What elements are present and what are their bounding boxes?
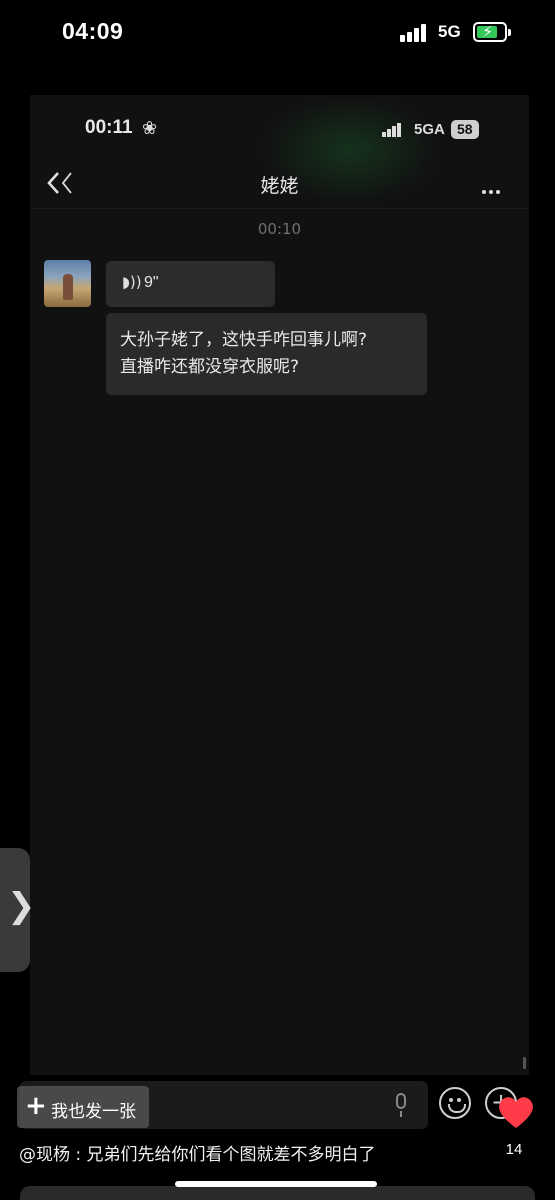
scrollbar[interactable] bbox=[523, 1057, 526, 1069]
more-options-icon[interactable] bbox=[482, 179, 503, 198]
post-button-label: 我也发一张 bbox=[51, 1102, 136, 1122]
inner-battery-level: 58 bbox=[451, 120, 479, 139]
heart-icon[interactable] bbox=[497, 1095, 535, 1129]
flower-icon: ❀ bbox=[142, 118, 158, 139]
chat-header: 姥姥 bbox=[30, 159, 529, 209]
voice-message-bubble[interactable]: ◗)) 9" bbox=[106, 261, 275, 307]
inner-network-type: 5GA bbox=[414, 121, 445, 138]
embedded-screenshot: 00:11 ❀ 5GA 58 姥姥 00:10 ◗)) 9" 大孙子姥了，这快手… bbox=[30, 95, 529, 1075]
inner-status-time: 00:11 bbox=[85, 117, 133, 138]
post-too-button[interactable]: + 我也发一张 bbox=[17, 1086, 149, 1128]
microphone-icon[interactable] bbox=[393, 1093, 409, 1119]
plus-icon: + bbox=[25, 1091, 47, 1121]
cellular-signal-icon bbox=[400, 24, 430, 42]
voice-duration: 9" bbox=[144, 274, 159, 291]
battery-icon: ⚡ bbox=[473, 22, 507, 42]
inner-signal-icon bbox=[382, 123, 402, 137]
emoji-icon[interactable] bbox=[439, 1087, 471, 1119]
side-expand-handle[interactable]: ❯ bbox=[0, 848, 36, 972]
voice-wave-icon: ◗)) bbox=[122, 273, 142, 291]
chevron-right-icon: ❯ bbox=[7, 886, 36, 926]
network-type: 5G bbox=[438, 22, 461, 41]
text-message-bubble[interactable]: 大孙子姥了，这快手咋回事儿啊? 直播咋还都没穿衣服呢? bbox=[106, 313, 427, 395]
caption: @现杨 : 兄弟们先给你们看个图就差不多明白了 bbox=[19, 1145, 376, 1165]
message-timestamp: 00:10 bbox=[257, 220, 302, 238]
bottom-sheet-edge bbox=[20, 1186, 535, 1200]
avatar[interactable] bbox=[44, 260, 91, 307]
like-count: 14 bbox=[505, 1141, 523, 1158]
message-line: 直播咋还都没穿衣服呢? bbox=[120, 357, 300, 377]
status-bar: 04:09 5G ⚡ bbox=[0, 0, 555, 70]
chat-title: 姥姥 bbox=[260, 175, 299, 197]
home-indicator[interactable] bbox=[175, 1181, 377, 1187]
message-line: 大孙子姥了，这快手咋回事儿啊? bbox=[120, 330, 368, 350]
status-time: 04:09 bbox=[62, 18, 124, 44]
